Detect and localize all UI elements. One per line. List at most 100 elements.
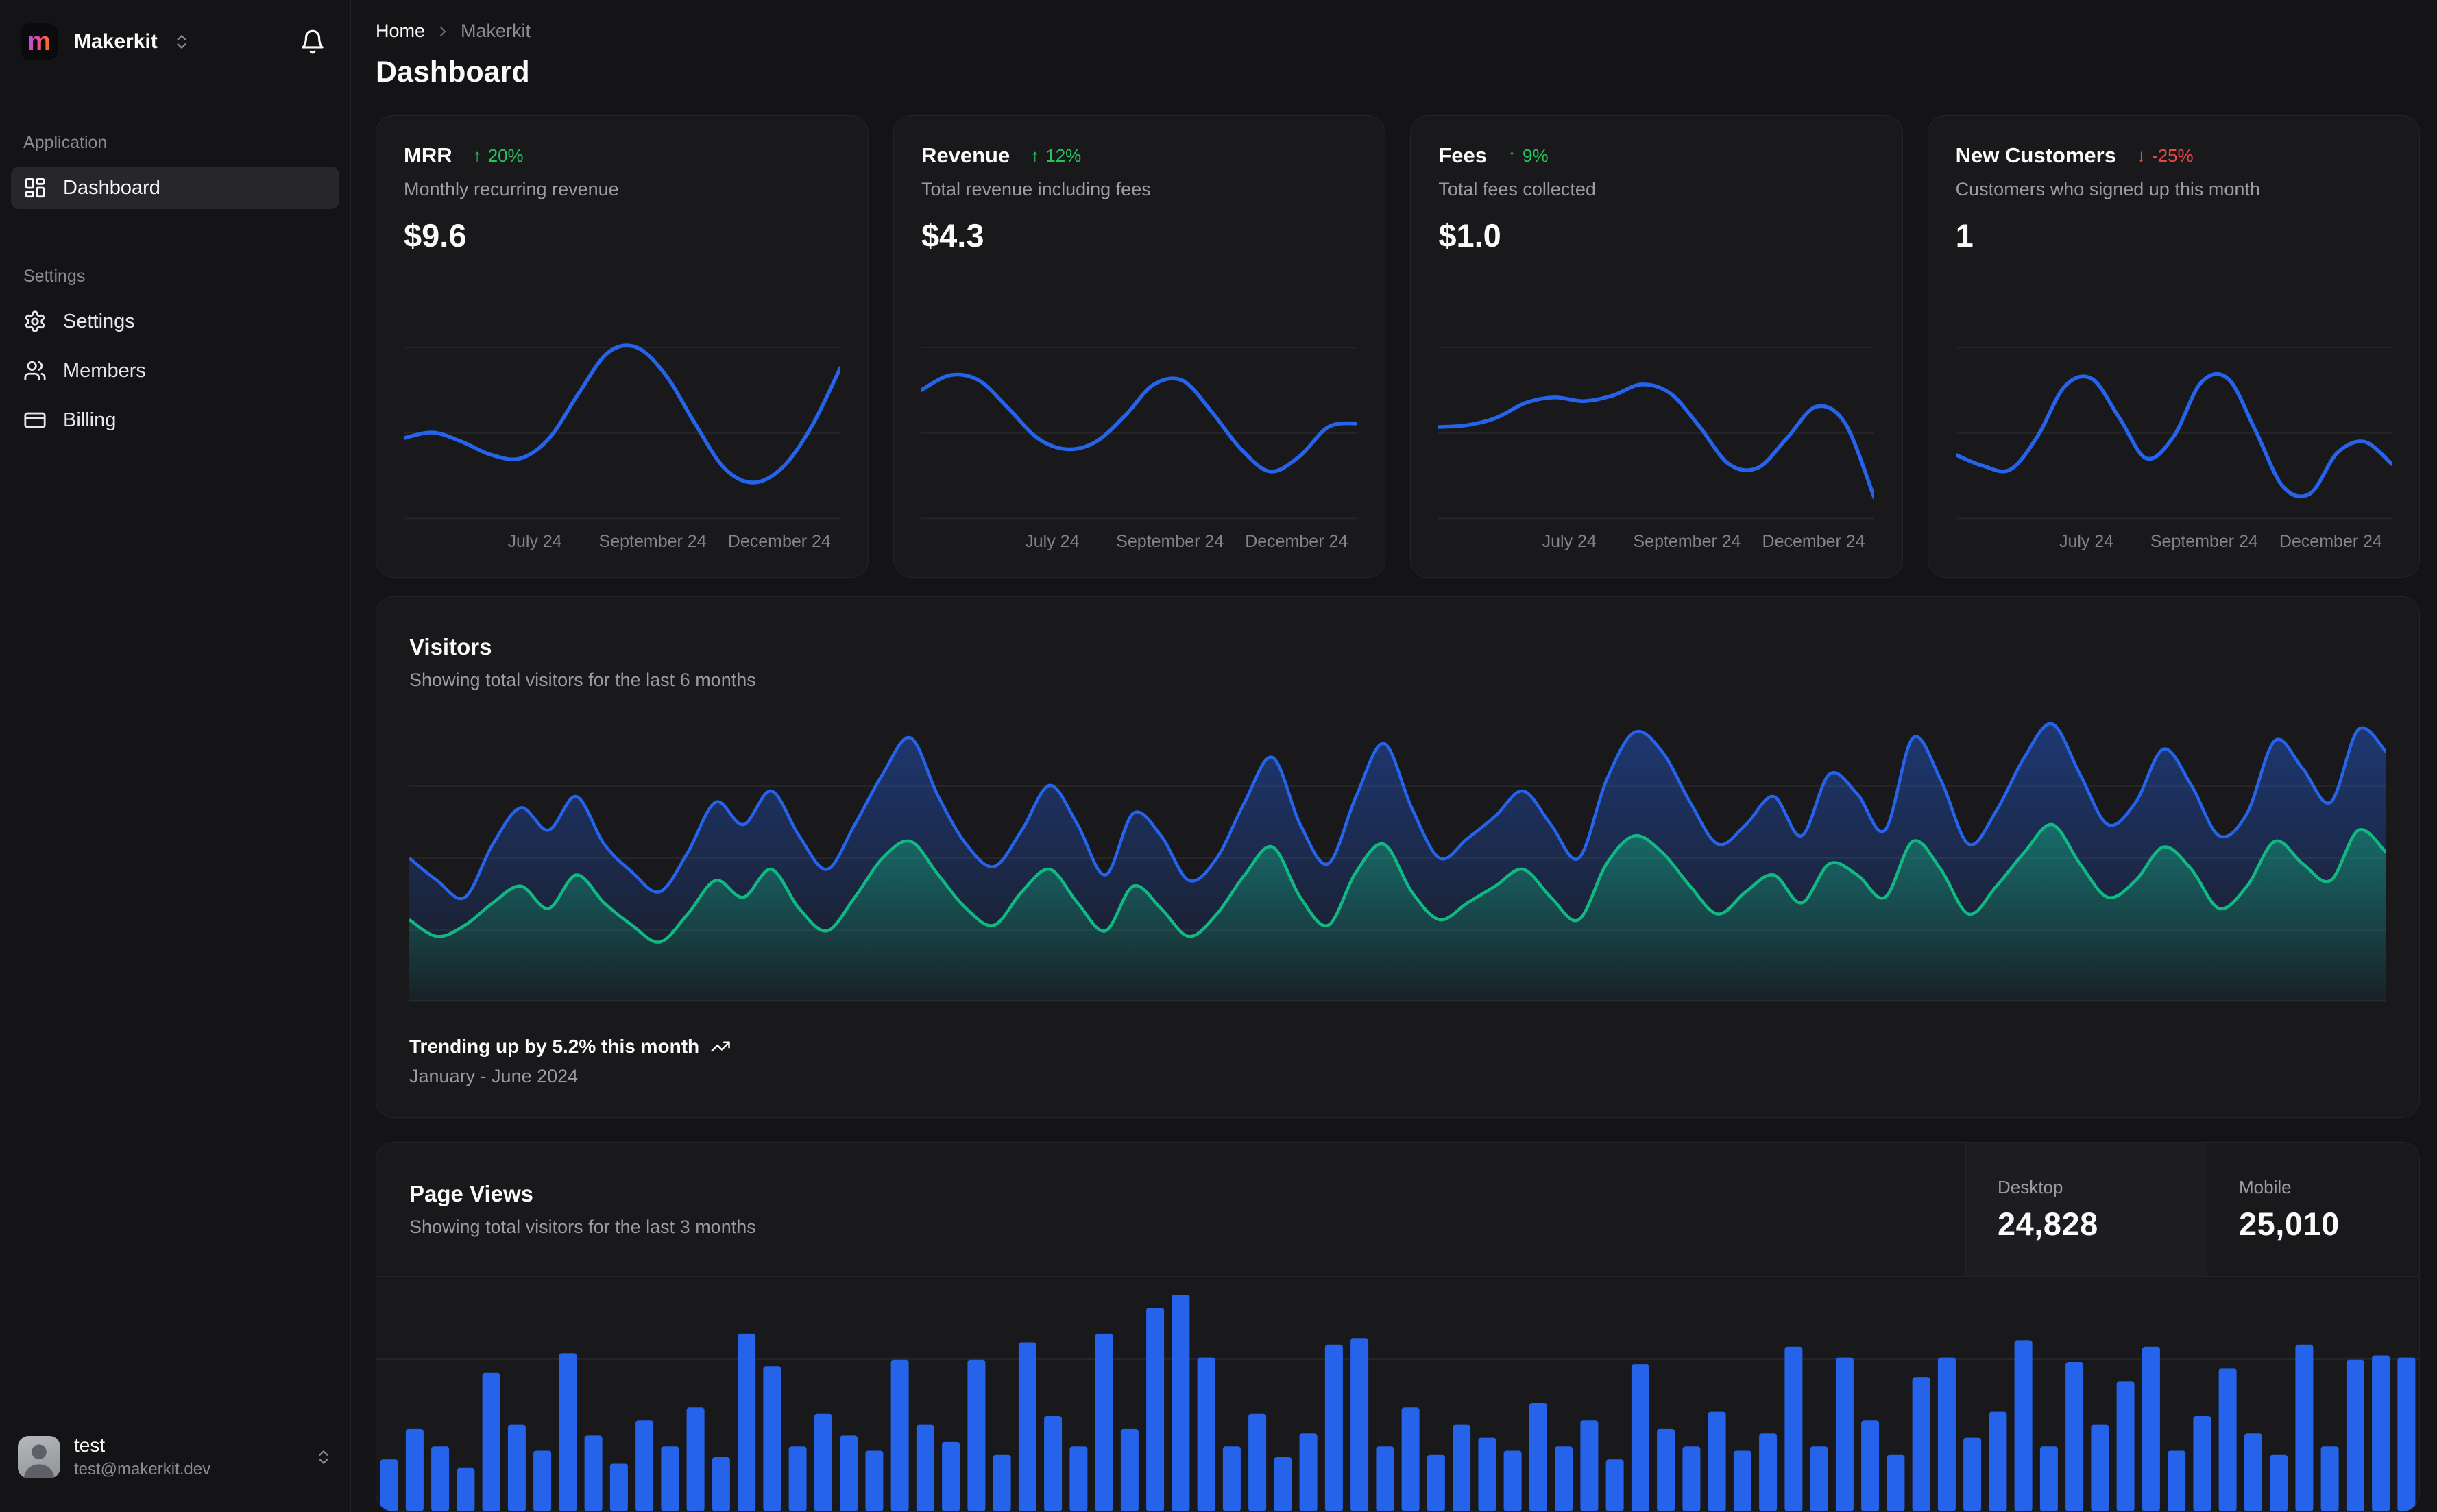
breadcrumb: Home Makerkit: [376, 21, 2420, 42]
page-views-title: Page Views: [409, 1181, 534, 1206]
stat-cards-row: MRR ↑ 20% Monthly recurring revenue $9.6…: [376, 115, 2420, 578]
chevrons-up-down-icon: [315, 1448, 332, 1466]
sidebar-item-label: Dashboard: [63, 176, 160, 199]
main-content: Home Makerkit Dashboard MRR ↑ 20% Monthl…: [351, 0, 2437, 1512]
sparkline-block: July 24 September 24 December 24: [402, 328, 842, 559]
page-views-bar-chart: [376, 1288, 2419, 1511]
visitors-area-chart: [408, 714, 2388, 1005]
mrr-sparkline-chart: [402, 328, 842, 526]
trend-down-icon: ↓: [2136, 145, 2146, 166]
user-menu[interactable]: test test@makerkit.dev: [11, 1429, 339, 1485]
trending-up-icon: [710, 1036, 731, 1057]
page-views-card: Page Views Showing total visitors for th…: [376, 1142, 2420, 1512]
chevrons-up-down-icon: [173, 33, 191, 51]
x-tick: September 24: [598, 532, 707, 551]
x-axis-ticks: July 24 September 24 December 24: [1956, 532, 2392, 559]
revenue-sparkline-chart: [919, 328, 1359, 526]
stat-delta-badge: ↑ 12%: [1030, 145, 1081, 167]
new-customers-sparkline-chart: [1953, 328, 2394, 526]
toggle-desktop-value: 24,828: [1998, 1205, 2098, 1242]
visitors-date-range: January - June 2024: [409, 1066, 579, 1086]
user-name: test: [74, 1435, 106, 1456]
user-info: test test@makerkit.dev: [74, 1435, 210, 1479]
stat-card-subtitle: Monthly recurring revenue: [404, 179, 619, 199]
stat-card-title: New Customers: [1955, 143, 2116, 167]
page-views-subtitle: Showing total visitors for the last 3 mo…: [409, 1217, 756, 1237]
sidebar-item-billing[interactable]: Billing: [11, 399, 339, 441]
toggle-desktop[interactable]: Desktop 24,828: [1965, 1143, 2207, 1276]
stat-card-value: $9.6: [404, 217, 467, 254]
logo-letter: m: [27, 27, 51, 56]
toggle-mobile-label: Mobile: [2239, 1176, 2292, 1197]
stat-card-new-customers: New Customers ↓ -25% Customers who signe…: [1927, 115, 2420, 578]
trend-up-icon: ↑: [472, 145, 482, 166]
toggle-mobile[interactable]: Mobile 25,010: [2207, 1143, 2419, 1276]
visitors-footer: Trending up by 5.2% this month January -…: [409, 1036, 2386, 1087]
stat-card-subtitle: Total fees collected: [1438, 179, 1596, 199]
sparkline-block: July 24 September 24 December 24: [1953, 328, 2394, 559]
trend-up-icon: ↑: [1030, 145, 1040, 166]
visitors-card: Visitors Showing total visitors for the …: [376, 596, 2420, 1118]
makerkit-logo: m: [21, 23, 58, 60]
toggle-mobile-value: 25,010: [2239, 1205, 2340, 1242]
x-tick: July 24: [1542, 532, 1597, 551]
stat-card-subtitle: Total revenue including fees: [921, 179, 1151, 199]
x-tick: July 24: [507, 532, 562, 551]
gear-icon: [23, 310, 47, 333]
visitors-title: Visitors: [409, 634, 492, 659]
stat-delta-badge: ↓ -25%: [2137, 145, 2194, 167]
sidebar: m Makerkit Application Dashboard Setting…: [0, 0, 351, 1512]
stat-card-title: MRR: [404, 143, 452, 167]
sidebar-item-members[interactable]: Members: [11, 350, 339, 392]
stat-card-fees: Fees ↑ 9% Total fees collected $1.0 July…: [1410, 115, 1903, 578]
sparkline-block: July 24 September 24 December 24: [1436, 328, 1877, 559]
sidebar-item-label: Members: [63, 359, 146, 382]
x-tick: July 24: [1025, 532, 1080, 551]
x-tick: December 24: [1245, 532, 1348, 551]
nav-section-settings: Settings: [23, 267, 86, 286]
chevron-right-icon: [435, 23, 451, 40]
page-views-header: Page Views Showing total visitors for th…: [376, 1143, 2419, 1277]
stat-delta-value: 20%: [487, 145, 524, 166]
layout-dashboard-icon: [23, 176, 47, 199]
stat-card-revenue: Revenue ↑ 12% Total revenue including fe…: [893, 115, 1386, 578]
x-axis-ticks: July 24 September 24 December 24: [404, 532, 840, 559]
x-tick: December 24: [727, 532, 831, 551]
stat-delta-badge: ↑ 9%: [1507, 145, 1549, 167]
breadcrumb-current: Makerkit: [461, 21, 531, 41]
fees-sparkline-chart: [1436, 328, 1877, 526]
stat-card-value: $1.0: [1438, 217, 1501, 254]
x-tick: September 24: [2150, 532, 2258, 551]
breadcrumb-home-link[interactable]: Home: [376, 21, 425, 42]
sidebar-nav: Application Dashboard Settings Settings …: [11, 133, 339, 441]
workspace-name: Makerkit: [74, 30, 158, 53]
x-axis-ticks: July 24 September 24 December 24: [921, 532, 1357, 559]
x-tick: September 24: [1116, 532, 1224, 551]
nav-section-application: Application: [23, 133, 108, 152]
sidebar-item-settings[interactable]: Settings: [11, 300, 339, 343]
bell-icon[interactable]: [295, 25, 330, 59]
x-axis-ticks: July 24 September 24 December 24: [1438, 532, 1874, 559]
x-tick: December 24: [2279, 532, 2382, 551]
visitors-trend-text: Trending up by 5.2% this month: [409, 1036, 700, 1057]
workspace-selector[interactable]: m Makerkit: [11, 19, 339, 64]
x-tick: December 24: [1762, 532, 1865, 551]
x-tick: September 24: [1633, 532, 1741, 551]
user-avatar: [18, 1435, 60, 1478]
stat-delta-value: 9%: [1523, 145, 1549, 166]
stat-delta-badge: ↑ 20%: [473, 145, 524, 167]
trend-up-icon: ↑: [1507, 145, 1516, 166]
stat-delta-value: -25%: [2151, 145, 2194, 166]
stat-card-subtitle: Customers who signed up this month: [1955, 179, 2260, 199]
stat-delta-value: 12%: [1045, 145, 1082, 166]
sidebar-item-dashboard[interactable]: Dashboard: [11, 167, 339, 209]
sidebar-item-label: Billing: [63, 409, 117, 431]
stat-card-mrr: MRR ↑ 20% Monthly recurring revenue $9.6…: [376, 115, 869, 578]
stat-card-value: $4.3: [921, 217, 984, 254]
stat-card-title: Fees: [1438, 143, 1487, 167]
x-tick: July 24: [2059, 532, 2114, 551]
sparkline-block: July 24 September 24 December 24: [919, 328, 1359, 559]
user-email: test@makerkit.dev: [74, 1460, 211, 1478]
stat-card-value: 1: [1955, 217, 1974, 254]
